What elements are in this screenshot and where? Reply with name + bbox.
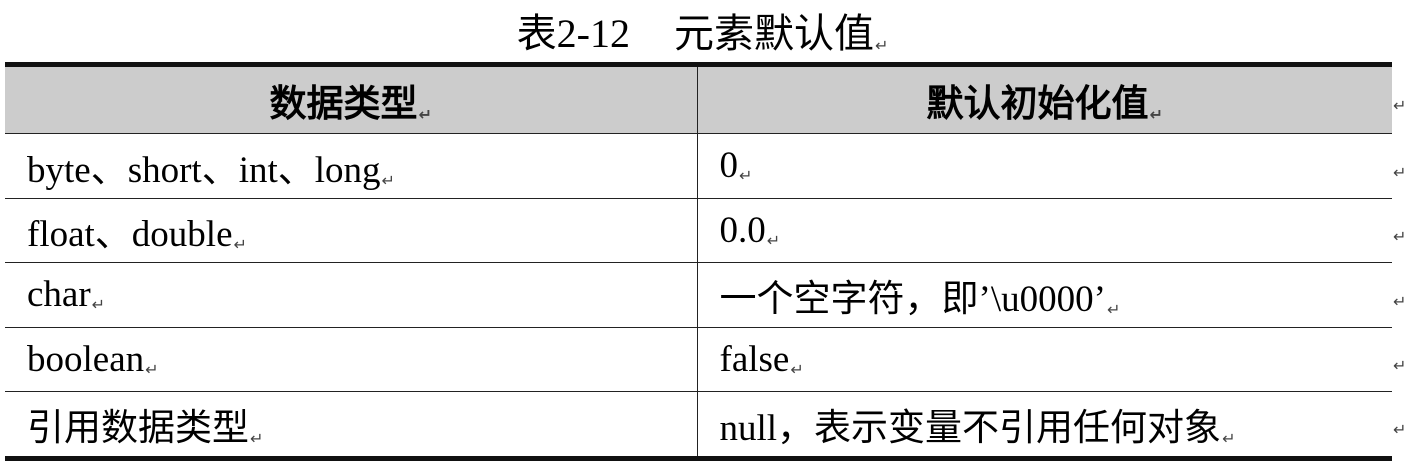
table-row: boolean↵ false↵ bbox=[5, 327, 1392, 392]
cell-data-type: float、double↵ bbox=[5, 198, 698, 263]
paragraph-mark-icon: ↵ bbox=[739, 166, 753, 186]
table-header-row: 数据类型↵ 默认初始化值↵ bbox=[5, 62, 1392, 134]
table-row: 引用数据类型↵ null，表示变量不引用任何对象↵ bbox=[5, 391, 1392, 461]
table-row: float、double↵ 0.0↵ bbox=[5, 198, 1392, 263]
paragraph-mark-icon: ↵ bbox=[1222, 428, 1236, 448]
table-row: char↵ 一个空字符，即’\u0000’↵ bbox=[5, 262, 1392, 328]
paragraph-mark-icon: ↵ bbox=[233, 235, 247, 255]
paragraph-mark-icon: ↵ bbox=[1106, 299, 1121, 319]
paragraph-mark-icon: ↵ bbox=[418, 105, 432, 124]
row-end-mark-icon: ↵ bbox=[1393, 163, 1405, 182]
header-data-type: 数据类型↵ bbox=[5, 62, 698, 134]
paragraph-mark-icon: ↵ bbox=[874, 36, 889, 55]
cell-default-value: false↵ bbox=[697, 327, 1392, 392]
row-end-mark-icon: ↵ bbox=[1393, 96, 1405, 115]
row-end-mark-icon: ↵ bbox=[1393, 227, 1405, 246]
caption-title: 元素默认值 bbox=[673, 11, 874, 56]
paragraph-mark-icon: ↵ bbox=[250, 428, 264, 448]
paragraph-mark-icon: ↵ bbox=[1149, 105, 1163, 124]
paragraph-mark-icon: ↵ bbox=[145, 359, 159, 379]
header-default-value: 默认初始化值↵ bbox=[697, 62, 1392, 134]
cell-default-value: 0↵ bbox=[697, 133, 1392, 199]
cell-data-type: boolean↵ bbox=[5, 327, 698, 392]
paragraph-mark-icon: ↵ bbox=[381, 170, 395, 190]
cell-data-type: char↵ bbox=[5, 262, 698, 328]
paragraph-mark-icon: ↵ bbox=[91, 295, 106, 315]
caption-number: 表2-12 bbox=[516, 11, 630, 56]
paragraph-mark-icon: ↵ bbox=[790, 359, 804, 379]
cell-data-type: 引用数据类型↵ bbox=[5, 391, 698, 461]
row-end-mark-icon: ↵ bbox=[1393, 356, 1405, 375]
cell-default-value: null，表示变量不引用任何对象↵ bbox=[697, 391, 1392, 461]
cell-default-value: 一个空字符，即’\u0000’↵ bbox=[697, 262, 1392, 328]
table-row: byte、short、int、long↵ 0↵ bbox=[5, 133, 1392, 199]
default-values-table: 数据类型↵ 默认初始化值↵ byte、short、int、long↵ 0↵ fl… bbox=[5, 62, 1392, 461]
row-end-mark-icon: ↵ bbox=[1393, 292, 1405, 311]
paragraph-mark-icon: ↵ bbox=[766, 230, 781, 250]
cell-default-value: 0.0↵ bbox=[697, 198, 1392, 263]
row-end-mark-icon: ↵ bbox=[1393, 420, 1405, 439]
cell-data-type: byte、short、int、long↵ bbox=[5, 133, 698, 199]
